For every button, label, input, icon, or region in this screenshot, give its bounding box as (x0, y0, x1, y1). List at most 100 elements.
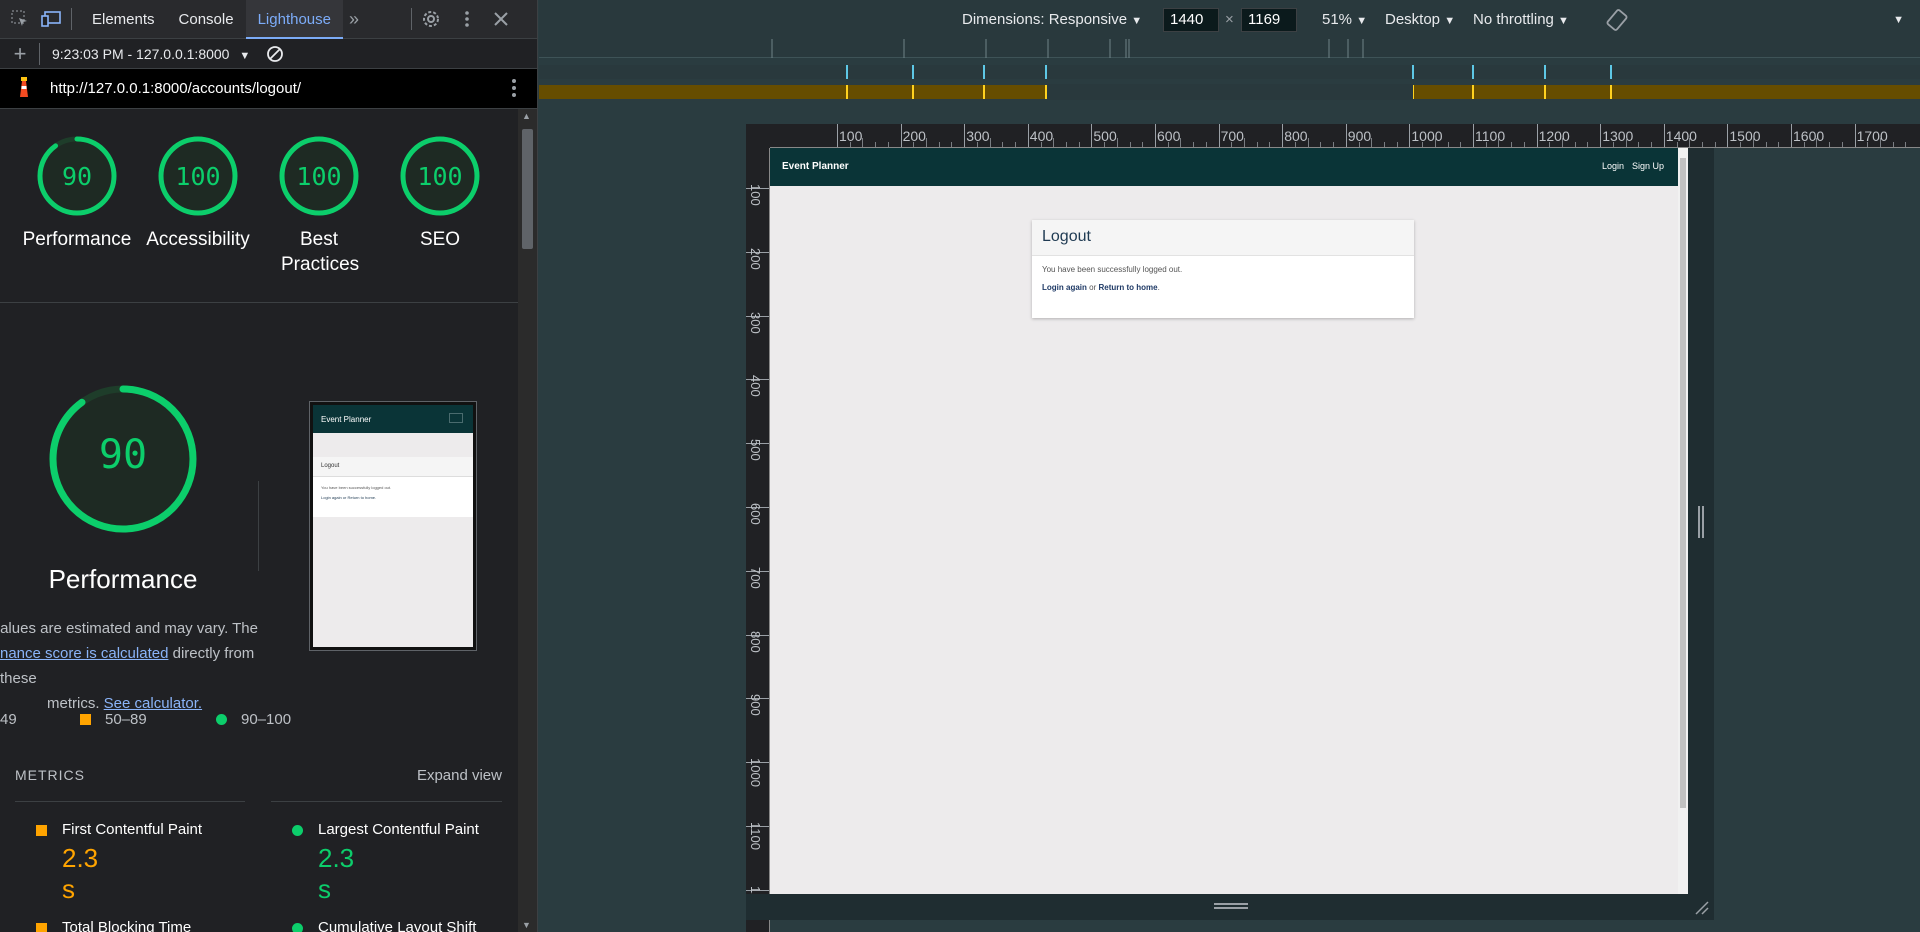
average-square-icon (36, 923, 47, 932)
ruler-tick-label: 300 (748, 311, 763, 334)
width-input[interactable] (1163, 7, 1219, 32)
toolbar-options-caret-icon[interactable]: ▼ (1893, 14, 1904, 26)
ruler-tick-label: 1200 (1538, 128, 1570, 144)
metrics-heading: METRICS (15, 767, 85, 783)
score-value: 100 (417, 162, 463, 191)
scroll-down-icon[interactable]: ▼ (522, 920, 531, 930)
rotate-icon[interactable] (1605, 8, 1629, 36)
report-scrollbar[interactable]: ▲ ▼ (518, 109, 537, 932)
see-calculator-link[interactable]: See calculator. (104, 695, 202, 712)
ruler-tick-label: 900 (748, 694, 763, 717)
scroll-up-icon[interactable]: ▲ (522, 111, 531, 121)
site-navbar: Event Planner Login Sign Up (770, 148, 1688, 186)
score-value: 100 (175, 162, 221, 191)
media-query-bar-min-width[interactable] (539, 85, 1920, 99)
expand-view-button[interactable]: Expand view (417, 767, 502, 784)
average-square-icon (80, 714, 91, 725)
performance-title: Performance (48, 564, 198, 594)
thumb-brand: Event Planner (321, 415, 372, 424)
more-tabs-icon[interactable]: » (343, 8, 365, 30)
score-label: Best Practices (281, 229, 360, 275)
pass-circle-icon (292, 825, 303, 836)
thumb-card-title: Logout (313, 457, 473, 477)
kebab-menu-icon[interactable] (456, 8, 478, 30)
devtools-tabbar: Elements Console Lighthouse » (0, 0, 537, 39)
times-icon: × (1225, 11, 1234, 28)
ruler-tick-label: 1100 (1475, 128, 1506, 144)
report-selector[interactable]: 9:23:03 PM - 127.0.0.1:8000 ▼ (52, 46, 250, 62)
ruler-tick-label: 1100 (748, 822, 763, 850)
dimensions-dropdown[interactable]: Dimensions: Responsive ▼ (962, 11, 1142, 28)
metric-value: 2.3 s (318, 843, 355, 904)
legend-fail: 49 (0, 711, 17, 728)
height-input[interactable] (1241, 7, 1297, 32)
metric-label: First Contentful Paint (62, 821, 203, 838)
logout-card-title: Logout (1032, 220, 1414, 256)
nav-signup-link[interactable]: Sign Up (1632, 161, 1664, 171)
score-label: Accessibility (146, 229, 250, 250)
ruler-tick-label: 200 (748, 247, 763, 270)
tab-lighthouse[interactable]: Lighthouse (245, 0, 343, 39)
ruler-tick-label: 400 (748, 375, 763, 398)
device-toggle-icon[interactable] (41, 8, 63, 30)
legend-average: 50–89 (80, 711, 147, 728)
inspect-element-icon[interactable] (9, 8, 31, 30)
device-type-dropdown[interactable]: Desktop ▼ (1385, 11, 1455, 28)
score-label: SEO (419, 229, 461, 250)
score-label: Performance (22, 229, 132, 250)
score-gauge-performance[interactable]: 90 (36, 135, 118, 217)
lighthouse-toolbar: + 9:23:03 PM - 127.0.0.1:8000 ▼ (0, 39, 537, 69)
score-calculated-link[interactable]: nance score is calculated (0, 645, 168, 662)
average-square-icon (36, 825, 47, 836)
devtools-panel: Elements Console Lighthouse » + 9:23:03 … (0, 0, 538, 932)
zoom-dropdown[interactable]: 51% ▼ (1322, 11, 1367, 28)
score-value: 100 (296, 162, 342, 191)
viewport-scrollbar[interactable] (1678, 148, 1688, 894)
clear-reports-icon[interactable] (264, 43, 286, 65)
score-gauge-seo[interactable]: 100 (399, 135, 481, 217)
ruler-tick-label: 500 (748, 439, 763, 461)
media-query-bar-max-width[interactable] (539, 65, 1920, 79)
performance-score-large: 90 (98, 432, 148, 478)
new-report-plus-icon[interactable]: + (9, 41, 31, 66)
score-gauge-accessibility[interactable]: 100 (157, 135, 239, 217)
thumb-links: Login again or Return to home. (321, 495, 377, 500)
lighthouse-report: 90 Performance 100 Accessibility 100 Best Pra… (0, 109, 518, 932)
report-menu-icon[interactable] (511, 78, 517, 102)
performance-gauge-large: 90 (48, 384, 198, 534)
resize-handle-bottom[interactable] (746, 894, 1688, 920)
login-again-link[interactable]: Login again (1042, 283, 1087, 292)
ruler-tick-label: 1000 (1411, 128, 1443, 144)
tab-elements[interactable]: Elements (80, 0, 167, 39)
page-screenshot-thumbnail[interactable]: Event Planner Logout You have been succe… (309, 401, 477, 651)
dropdown-caret-icon: ▼ (239, 49, 251, 62)
horizontal-ruler: 100 200 300 400 500 600 700 800 900 1000 1100 1200 1… (770, 124, 1920, 148)
metric-label: Largest Contentful Paint (318, 821, 479, 838)
return-home-link[interactable]: Return to home (1098, 283, 1157, 292)
ruler-tick-label: 1400 (1665, 128, 1697, 144)
metric-label: Cumulative Layout Shift (318, 919, 477, 932)
resize-corner-icon[interactable] (1688, 894, 1714, 920)
close-devtools-icon[interactable] (490, 8, 512, 30)
logout-links: Login again or Return to home. (1042, 283, 1160, 292)
ruler-tick-label: 1000 (748, 758, 763, 788)
score-gauge-best-practices[interactable]: 100 (278, 135, 360, 217)
site-brand-link[interactable]: Event Planner (782, 161, 849, 172)
thumb-message: You have been successfully logged out. (321, 485, 392, 490)
pass-circle-icon (292, 923, 303, 932)
vertical-ruler: 100200300400500600700800900100011001200 (746, 148, 770, 932)
tab-console[interactable]: Console (167, 0, 246, 39)
metric-label: Total Blocking Time (62, 919, 192, 932)
ruler-tick-label: 1300 (1602, 128, 1634, 144)
ruler-tick-label: 1600 (1793, 128, 1825, 144)
nav-login-link[interactable]: Login (1602, 161, 1624, 171)
settings-gear-icon[interactable] (420, 8, 442, 30)
logout-card: Logout You have been successfully logged… (1032, 220, 1414, 318)
emulated-viewport: Event Planner Login Sign Up Logout You h… (770, 148, 1688, 894)
media-query-bar[interactable] (539, 39, 1920, 58)
lighthouse-logo-icon (14, 75, 34, 103)
throttling-dropdown[interactable]: No throttling ▼ (1473, 11, 1569, 28)
resize-handle-right[interactable] (1688, 148, 1714, 920)
ruler-tick-label: 1700 (1856, 128, 1888, 144)
lighthouse-url-bar: http://127.0.0.1:8000/accounts/logout/ (0, 69, 537, 109)
